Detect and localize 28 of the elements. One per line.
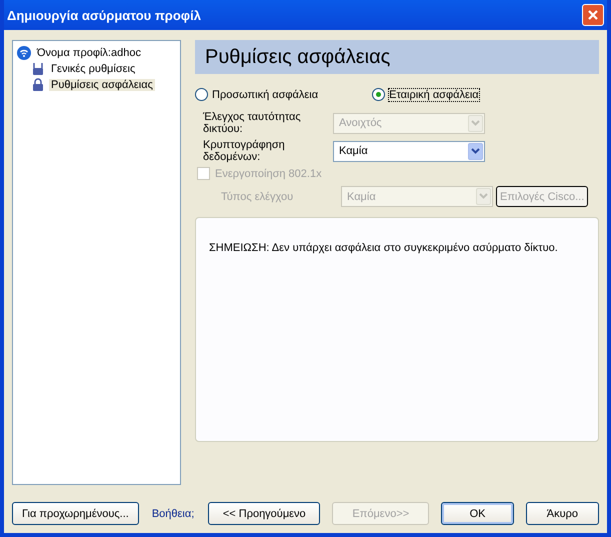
field-label: Κρυπτογράφηση δεδομένων: [203, 139, 286, 163]
close-icon [587, 9, 599, 21]
radio-button[interactable] [195, 88, 208, 101]
radio-label[interactable]: Εταιρική ασφάλεια [389, 88, 479, 100]
lock-icon [31, 78, 45, 92]
chevron-down-icon [479, 193, 488, 200]
close-button[interactable] [582, 4, 604, 26]
tree-item[interactable]: Γενικές ρυθμίσεις [49, 63, 138, 75]
wireless-icon [17, 46, 31, 60]
help-link[interactable]: Βοήθεια; [152, 508, 194, 520]
checkbox-label: Ενεργοποίηση 802.1x [215, 168, 323, 180]
router-icon [31, 62, 45, 76]
advanced-button[interactable]: Για προχωρημένους... [12, 502, 139, 525]
field-label: Τύπος ελέγχου [221, 190, 294, 202]
window-title: Δημιουργία ασύρματου προφίλ [7, 8, 201, 22]
dialog-button[interactable]: << Προηγούμενο [208, 502, 320, 525]
tree-item[interactable]: Όνομα προφίλ:adhoc [35, 47, 143, 59]
note-text: ΣΗΜΕΙΩΣΗ: Δεν υπάρχει ασφάλεια στο συγκεκριμένο ασύρματο δίκτυο. [209, 242, 558, 254]
chevron-down-icon [471, 120, 480, 126]
dialog-button[interactable]: Άκυρο [526, 502, 600, 525]
section-heading: Ρυθμίσεις ασφάλειας [195, 40, 599, 74]
radio-label[interactable]: Προσωπική ασφάλεια [212, 88, 318, 100]
chevron-down-icon [471, 148, 480, 154]
tree-item[interactable]: Ρυθμίσεις ασφάλειας [49, 79, 155, 91]
radio-button[interactable] [372, 88, 386, 101]
dropdown[interactable]: Καμία [333, 140, 485, 162]
field-label: Έλεγχος ταυτότητας δικτύου: [203, 111, 302, 135]
dialog-button[interactable]: OK [441, 502, 514, 525]
